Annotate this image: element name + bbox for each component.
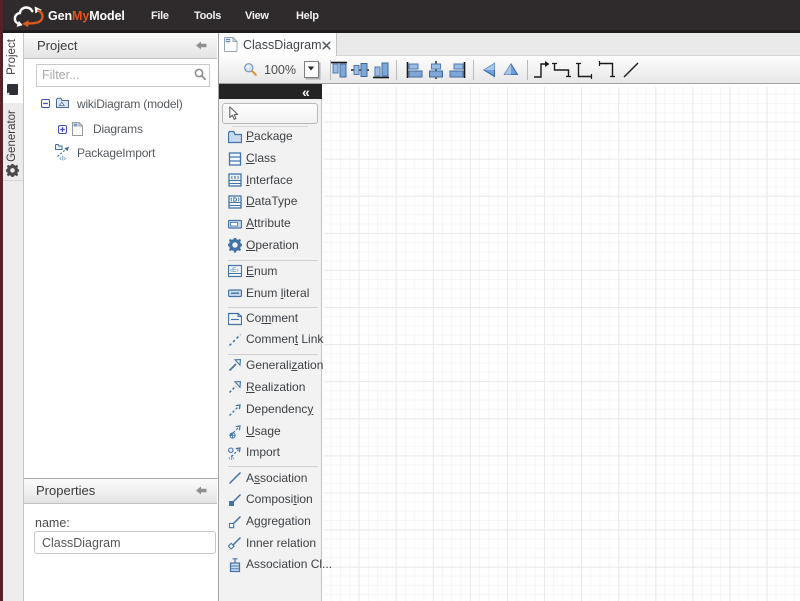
svg-text:‹E›: ‹E› (230, 267, 239, 274)
svg-text:‹I›: ‹I› (229, 456, 235, 462)
svg-text:‹I›: ‹I› (60, 156, 67, 162)
